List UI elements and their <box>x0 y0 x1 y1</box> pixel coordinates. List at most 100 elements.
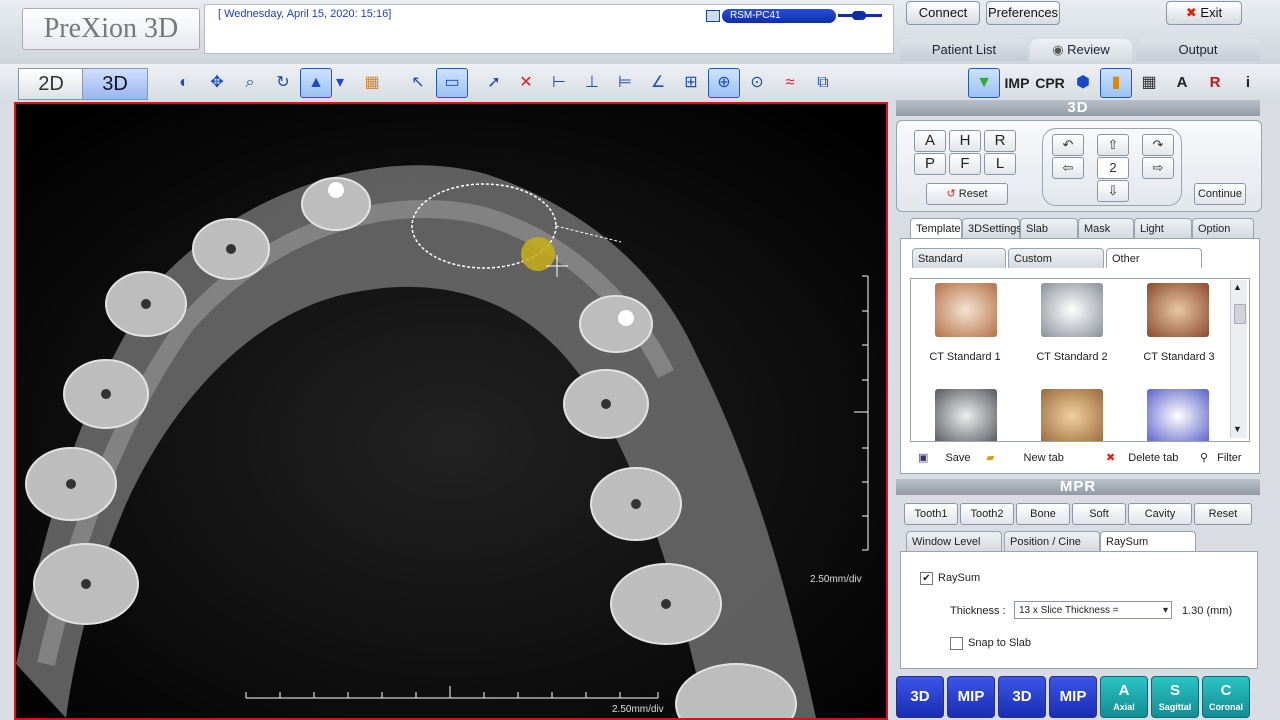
tab-window-level[interactable]: Window Level <box>906 531 1002 551</box>
thumb-template-6[interactable] <box>1147 389 1209 441</box>
move-left-icon[interactable]: ⇦ <box>1052 157 1084 179</box>
continue-button[interactable]: Continue <box>1194 183 1246 205</box>
delete-tab-icon: ✖ <box>1106 452 1119 464</box>
select-arrow-icon[interactable]: ↖ <box>402 68 434 98</box>
ct-viewport[interactable]: 2.50mm/div 2.50mm/div <box>14 102 888 720</box>
view-axial-button[interactable]: A Axial <box>1100 676 1148 718</box>
preset-tooth1[interactable]: Tooth1 <box>904 503 958 525</box>
record-button[interactable]: R <box>1199 68 1231 98</box>
implant-icon[interactable]: ⬢ <box>1067 68 1099 98</box>
cpr-button[interactable]: CPR <box>1034 68 1066 98</box>
connection-slider-knob[interactable] <box>852 11 866 20</box>
tab-template[interactable]: Template <box>910 218 962 238</box>
save-template-button[interactable]: ▣ Save <box>918 451 971 464</box>
preset-tooth2[interactable]: Tooth2 <box>960 503 1014 525</box>
orient-l-button[interactable]: L <box>984 153 1016 175</box>
scroll-up-icon[interactable]: ▲ <box>1233 282 1242 292</box>
raysum-checkbox[interactable]: ✔ <box>920 572 933 585</box>
tab-position-cine[interactable]: Position / Cine <box>1004 531 1100 551</box>
measure-double-icon[interactable]: ⊨ <box>609 68 641 98</box>
subtab-standard[interactable]: Standard <box>912 248 1006 268</box>
profile-icon[interactable]: ≈ <box>774 68 806 98</box>
angle-icon[interactable]: ∠ <box>642 68 674 98</box>
subtab-other[interactable]: Other <box>1106 248 1202 268</box>
layout-grid-icon[interactable]: ▦ <box>1133 68 1165 98</box>
tab-slab[interactable]: Slab <box>1020 218 1078 238</box>
view-mip-alt-button[interactable]: MIP <box>1049 676 1097 718</box>
tab-light[interactable]: Light <box>1134 218 1192 238</box>
thumb-ct-standard-1[interactable] <box>935 283 997 337</box>
thickness-select[interactable]: 13 x Slice Thickness = ▾ <box>1014 601 1172 619</box>
ruler-icon[interactable]: ▭ <box>436 68 468 98</box>
scroll-down-icon[interactable]: ▼ <box>1233 424 1242 434</box>
thumb-template-5[interactable] <box>1041 389 1103 441</box>
rectangle-roi-icon[interactable]: ⊞ <box>675 68 707 98</box>
axial-letter: A <box>1118 682 1130 699</box>
thumbnails-scrollbar[interactable]: ▲ ▼ <box>1230 280 1247 438</box>
view-coronal-button[interactable]: C Coronal <box>1202 676 1250 718</box>
delete-tab-button[interactable]: ✖ Delete tab <box>1106 451 1178 464</box>
step-value[interactable]: 2 <box>1097 157 1129 179</box>
orient-a-button[interactable]: A <box>914 130 946 152</box>
scroll-thumb[interactable] <box>1234 304 1246 324</box>
pointer-icon[interactable]: ➚ <box>478 68 510 98</box>
tab-patient-list[interactable]: Patient List <box>900 39 1028 61</box>
thumb-ct-standard-3[interactable] <box>1147 283 1209 337</box>
view-mip-button[interactable]: MIP <box>947 676 995 718</box>
new-tab-button[interactable]: ▰ New tab <box>986 451 1064 464</box>
annotation-button[interactable]: A <box>1166 68 1198 98</box>
filter-button[interactable]: ⚲ Filter <box>1200 451 1242 464</box>
orient-h-button[interactable]: H <box>949 130 981 152</box>
orient-f-button[interactable]: F <box>949 153 981 175</box>
measure-vertical-icon[interactable]: ⊥ <box>576 68 608 98</box>
thumb-ct-standard-2[interactable] <box>1041 283 1103 337</box>
preset-bone[interactable]: Bone <box>1016 503 1070 525</box>
zoom-icon[interactable]: ⌕ <box>234 68 266 98</box>
orient-r-button[interactable]: R <box>984 130 1016 152</box>
tab-raysum[interactable]: RaySum <box>1100 531 1196 551</box>
delete-icon[interactable]: ✕ <box>510 68 542 98</box>
imp-button[interactable]: IMP <box>1001 68 1033 98</box>
tab-option[interactable]: Option <box>1192 218 1254 238</box>
colorbar-icon[interactable]: ▮ <box>1100 68 1132 98</box>
mode-3d-button[interactable]: 3D <box>82 68 148 100</box>
rotate-ccw-icon[interactable]: ↶ <box>1052 134 1084 156</box>
preset-soft[interactable]: Soft <box>1072 503 1126 525</box>
rotate-cw-icon[interactable]: ↷ <box>1142 134 1174 156</box>
mode-2d-button[interactable]: 2D <box>18 68 84 100</box>
view-3d-alt-button[interactable]: 3D <box>998 676 1046 718</box>
exit-button[interactable]: ✖ Exit <box>1166 1 1242 25</box>
subtab-custom[interactable]: Custom <box>1008 248 1104 268</box>
contrast-icon[interactable]: ◐ <box>168 68 200 98</box>
copy-icon[interactable]: ⧉ <box>807 68 839 98</box>
pan-icon[interactable]: ✥ <box>201 68 233 98</box>
connect-button[interactable]: Connect <box>906 1 980 25</box>
reset-3d-button[interactable]: ↺ Reset <box>926 183 1008 205</box>
layout-icon[interactable]: ▲ <box>300 68 332 98</box>
patient-list-label: Patient List <box>931 42 997 57</box>
preferences-button[interactable]: Preferences <box>986 1 1060 25</box>
exit-label: Exit <box>1200 5 1223 20</box>
tab-output[interactable]: Output <box>1136 39 1260 61</box>
tab-review[interactable]: ◉ Review <box>1030 39 1132 61</box>
view-sagittal-button[interactable]: S Sagittal <box>1151 676 1199 718</box>
preset-reset[interactable]: Reset <box>1194 503 1252 525</box>
ellipse-roi-icon[interactable]: ⊕ <box>708 68 740 98</box>
view-3d-button[interactable]: 3D <box>896 676 944 718</box>
move-up-icon[interactable]: ⇧ <box>1097 134 1129 156</box>
tab-mask[interactable]: Mask <box>1078 218 1134 238</box>
volume-render-icon[interactable]: ▼ <box>968 68 1000 98</box>
rotate-icon[interactable]: ↻ <box>267 68 299 98</box>
measure-line-icon[interactable]: ⊢ <box>543 68 575 98</box>
grid-4-icon[interactable]: ▦ <box>356 68 388 98</box>
circle-roi-icon[interactable]: ⊙ <box>741 68 773 98</box>
tab-3dsettings[interactable]: 3DSettings <box>962 218 1022 238</box>
move-down-icon[interactable]: ⇩ <box>1097 180 1129 202</box>
thumb-template-4[interactable] <box>935 389 997 441</box>
layout-dropdown-icon[interactable]: ▾ <box>330 68 350 98</box>
preset-cavity[interactable]: Cavity <box>1128 503 1192 525</box>
info-button[interactable]: i <box>1232 68 1264 98</box>
orient-p-button[interactable]: P <box>914 153 946 175</box>
move-right-icon[interactable]: ⇨ <box>1142 157 1174 179</box>
snap-checkbox[interactable] <box>950 637 963 650</box>
